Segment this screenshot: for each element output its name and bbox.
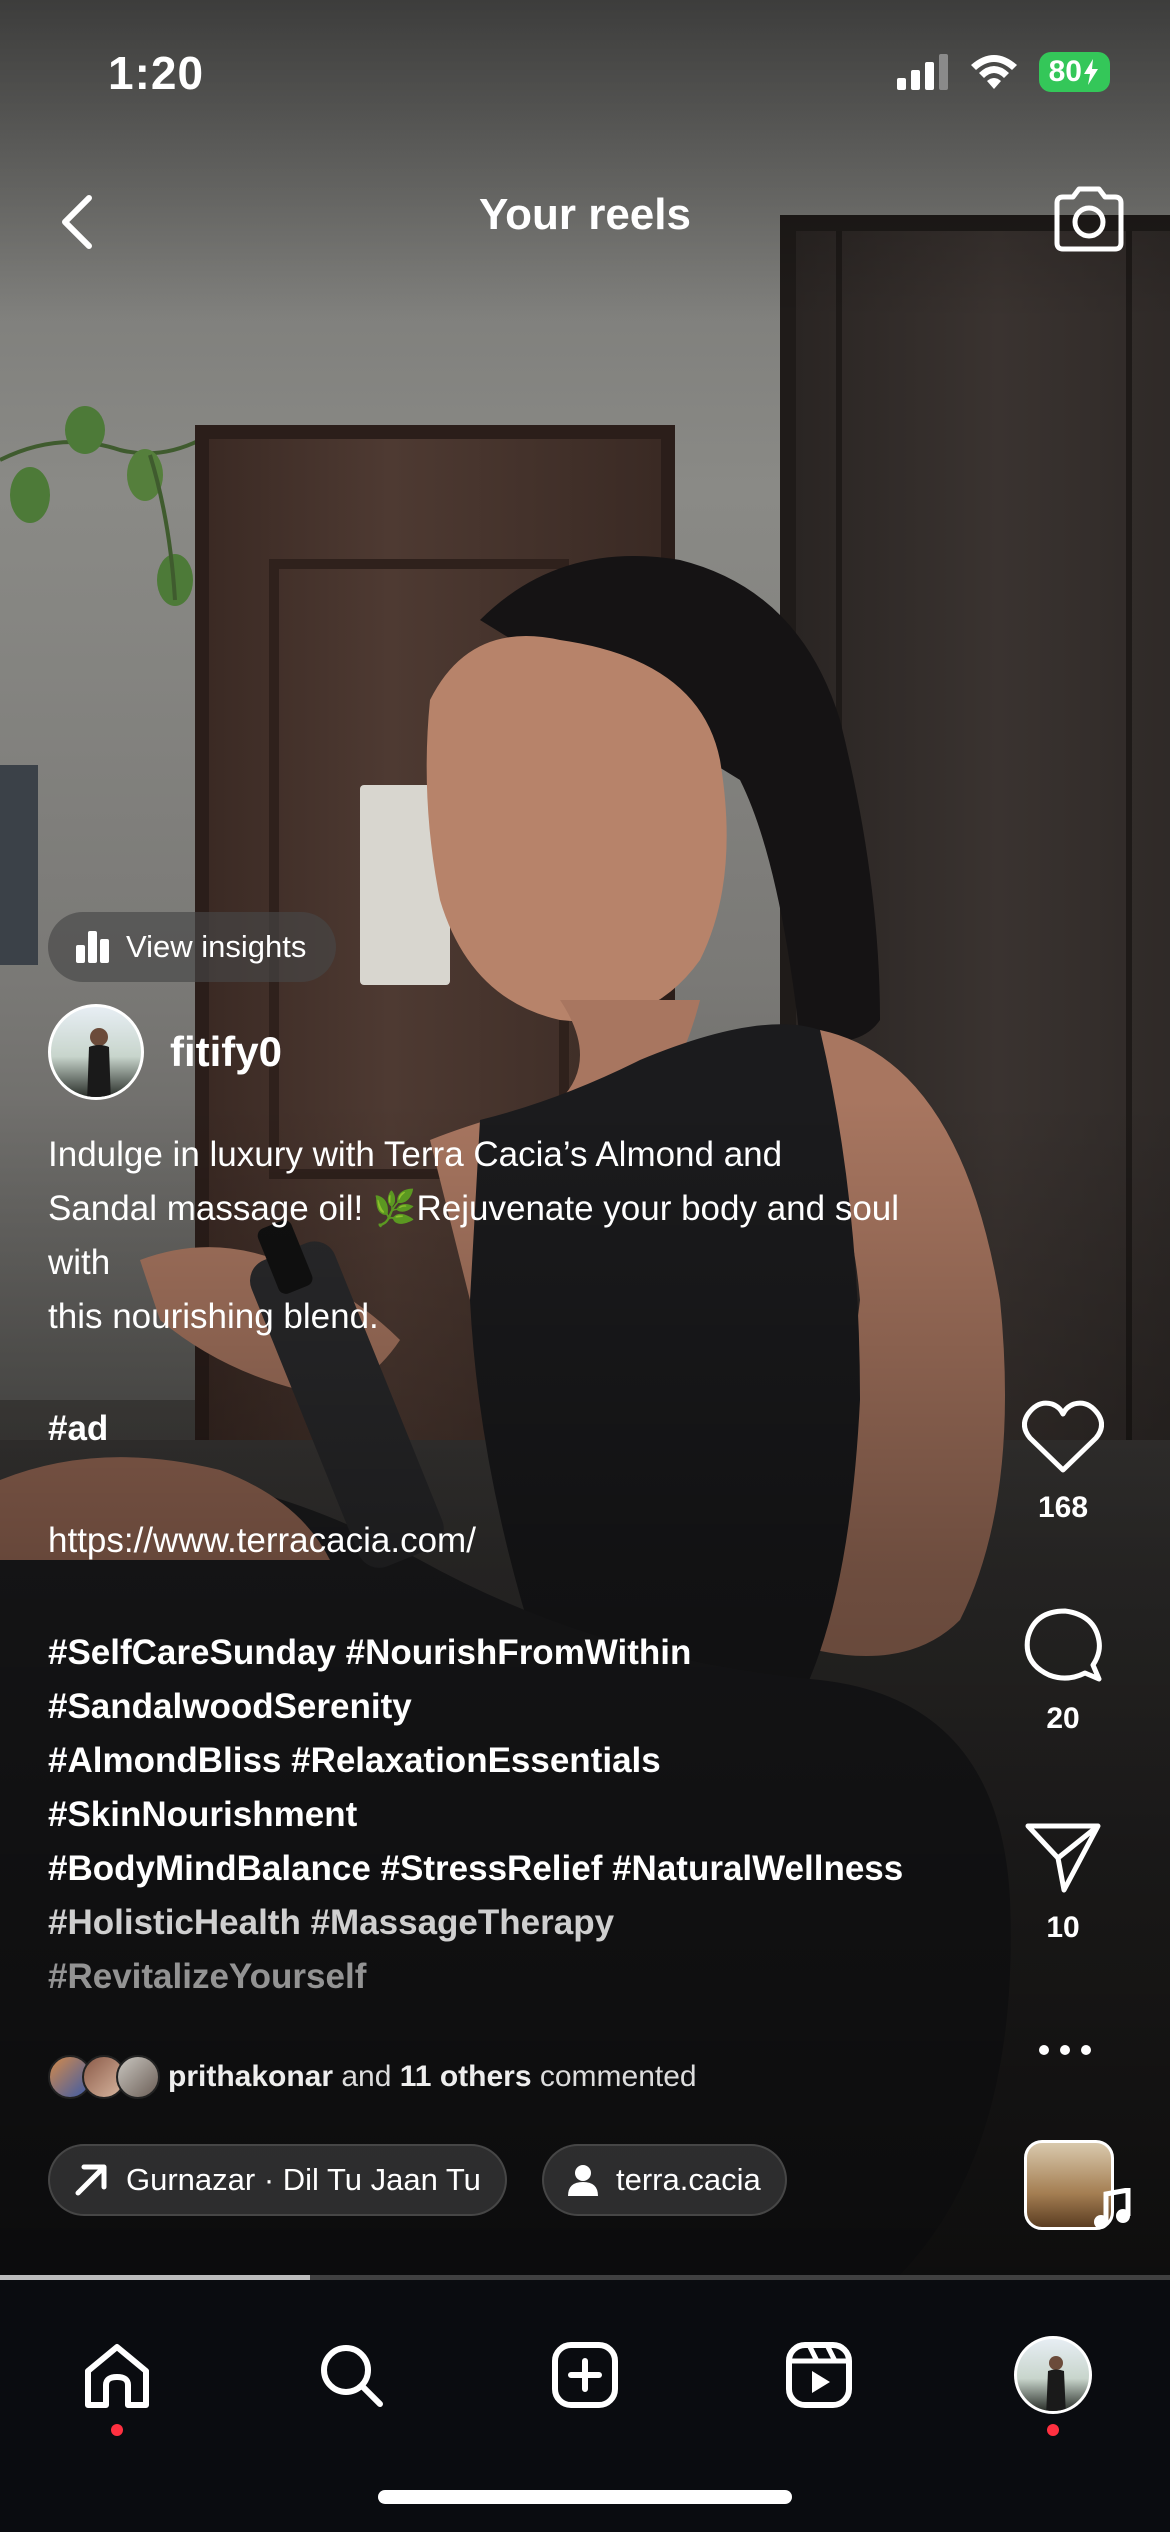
audio-chip-label: Gurnazar · Dil Tu Jaan Tu [126, 2162, 481, 2197]
send-icon [1025, 1823, 1101, 1893]
search-icon [321, 2345, 383, 2407]
nav-reels[interactable] [764, 2320, 874, 2430]
music-note-icon [1094, 2188, 1131, 2229]
tagged-user-chip[interactable]: terra.cacia [542, 2144, 787, 2216]
charging-bolt-icon [1084, 59, 1098, 85]
caption-ad-tag[interactable]: #ad [48, 1402, 1008, 1456]
reels-icon [786, 2342, 852, 2408]
profile-avatar [1014, 2336, 1092, 2414]
nav-search[interactable] [296, 2320, 406, 2430]
like-count: 168 [1037, 1491, 1089, 1524]
notification-dot [1047, 2424, 1059, 2436]
commenter-avatars [48, 2055, 160, 2099]
nav-profile[interactable] [998, 2320, 1108, 2436]
caption-hashtags[interactable]: #AlmondBliss #RelaxationEssentials [48, 1734, 1008, 1788]
author-avatar[interactable] [48, 1004, 144, 1100]
caption-hashtags[interactable]: #BodyMindBalance #StressRelief #NaturalW… [48, 1842, 1008, 1896]
create-icon [552, 2342, 618, 2408]
more-horizontal-icon [1039, 2045, 1091, 2055]
caption-hashtags[interactable]: #RevitalizeYourself [48, 1950, 1008, 2004]
status-bar: 1:20 80 [0, 0, 1170, 140]
caption-hashtags[interactable]: #HolisticHealth #MassageTherapy [48, 1896, 1008, 1950]
audio-chip[interactable]: Gurnazar · Dil Tu Jaan Tu [48, 2144, 507, 2216]
page-title: Your reels [479, 190, 691, 239]
avatar-figure [87, 1028, 111, 1097]
caption-line: with [48, 1243, 111, 1282]
comments-summary[interactable]: prithakonar and 11 others commented [48, 2055, 697, 2099]
author-row: fitify0 [48, 1004, 282, 1100]
caption-line: Sandal massage oil! 🌿Rejuvenate your bod… [48, 1189, 900, 1228]
person-icon [568, 2165, 598, 2196]
commenter-avatar [116, 2055, 160, 2099]
caption-hashtags[interactable]: #SandalwoodSerenity [48, 1680, 1008, 1734]
caption-line: this nourishing blend. [48, 1297, 379, 1336]
camera-icon [1054, 186, 1124, 252]
avatar-figure [1046, 2356, 1066, 2411]
nav-home[interactable] [62, 2320, 172, 2436]
caption[interactable]: Indulge in luxury with Terra Cacia’s Alm… [48, 1128, 1008, 2004]
caption-hashtags[interactable]: #SkinNourishment [48, 1788, 1008, 1842]
comments-summary-and: and [341, 2060, 392, 2093]
commenter-name: prithakonar [168, 2060, 334, 2093]
comments-summary-suffix: commented [539, 2060, 697, 2093]
cellular-signal-icon [896, 54, 948, 90]
wifi-icon [970, 55, 1017, 89]
nav-create[interactable] [530, 2320, 640, 2430]
status-icons: 80 [896, 52, 1110, 92]
tagged-user-label: terra.cacia [616, 2162, 761, 2197]
status-time: 1:20 [108, 47, 205, 99]
battery-indicator: 80 [1038, 52, 1110, 92]
more-options-button[interactable] [1020, 2030, 1110, 2070]
notification-dot [111, 2424, 123, 2436]
author-username[interactable]: fitify0 [170, 1028, 282, 1076]
share-button[interactable]: 10 [998, 1820, 1128, 1945]
caption-line: Indulge in luxury with Terra Cacia’s Alm… [48, 1135, 783, 1174]
camera-button[interactable] [1044, 174, 1134, 264]
view-insights-button[interactable]: View insights [48, 912, 337, 982]
view-insights-label: View insights [126, 929, 307, 964]
comments-summary-others: 11 others [399, 2060, 532, 2093]
caption-hashtags[interactable]: #SelfCareSunday #NourishFromWithin [48, 1626, 1008, 1680]
home-indicator [378, 2490, 792, 2504]
bar-chart-icon [76, 931, 109, 963]
share-count: 10 [1046, 1911, 1080, 1944]
like-button[interactable]: 168 [998, 1400, 1128, 1525]
heart-icon [1022, 1400, 1104, 1473]
header: Your reels [0, 170, 1170, 270]
comment-count: 20 [1046, 1702, 1080, 1735]
comment-button[interactable]: 20 [998, 1605, 1128, 1736]
home-icon [85, 2344, 149, 2408]
comment-icon [1024, 1608, 1102, 1682]
comments-summary-text: prithakonar and 11 others commented [168, 2060, 697, 2094]
battery-level: 80 [1048, 55, 1082, 88]
caption-link[interactable]: https://www.terracacia.com/ [48, 1514, 1008, 1568]
arrow-up-right-icon [75, 2164, 107, 2196]
